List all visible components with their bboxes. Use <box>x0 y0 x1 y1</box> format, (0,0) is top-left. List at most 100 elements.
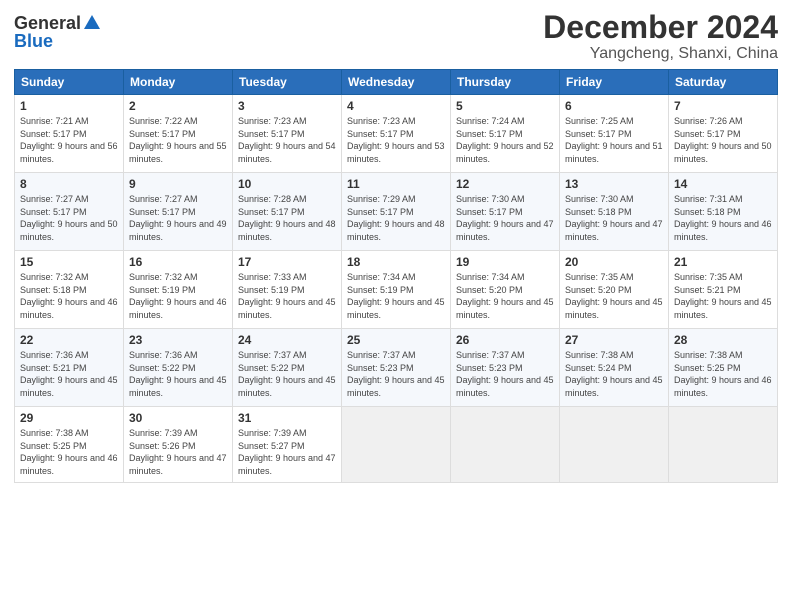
day-info: Sunrise: 7:38 AMSunset: 5:25 PMDaylight:… <box>674 350 772 398</box>
day-number: 14 <box>674 177 772 191</box>
table-row: 22Sunrise: 7:36 AMSunset: 5:21 PMDayligh… <box>15 329 124 407</box>
day-number: 11 <box>347 177 445 191</box>
day-info: Sunrise: 7:34 AMSunset: 5:19 PMDaylight:… <box>347 272 445 320</box>
day-number: 7 <box>674 99 772 113</box>
col-monday: Monday <box>124 70 233 95</box>
calendar-title: December 2024 <box>543 10 778 45</box>
day-number: 10 <box>238 177 336 191</box>
col-thursday: Thursday <box>451 70 560 95</box>
day-number: 31 <box>238 411 336 425</box>
day-number: 19 <box>456 255 554 269</box>
table-row: 7Sunrise: 7:26 AMSunset: 5:17 PMDaylight… <box>669 95 778 173</box>
table-row: 13Sunrise: 7:30 AMSunset: 5:18 PMDayligh… <box>560 173 669 251</box>
logo-general-text: General <box>14 14 81 32</box>
day-number: 1 <box>20 99 118 113</box>
logo-blue-text: Blue <box>14 32 101 50</box>
table-row: 10 Sunrise: 7:28 AMSunset: 5:17 PMDayligh… <box>233 173 342 251</box>
table-row: 17Sunrise: 7:33 AMSunset: 5:19 PMDayligh… <box>233 251 342 329</box>
day-info: Sunrise: 7:23 AMSunset: 5:17 PMDaylight:… <box>238 116 336 164</box>
day-number: 12 <box>456 177 554 191</box>
day-info: Sunrise: 7:25 AMSunset: 5:17 PMDaylight:… <box>565 116 663 164</box>
col-tuesday: Tuesday <box>233 70 342 95</box>
day-info: Sunrise: 7:38 AMSunset: 5:24 PMDaylight:… <box>565 350 663 398</box>
day-number: 8 <box>20 177 118 191</box>
day-number: 27 <box>565 333 663 347</box>
table-row: 6 Sunrise: 7:25 AMSunset: 5:17 PMDaylight… <box>560 95 669 173</box>
day-number: 20 <box>565 255 663 269</box>
table-row: 25 Sunrise: 7:37 AMSunset: 5:23 PMDayligh… <box>342 329 451 407</box>
day-info: Sunrise: 7:35 AMSunset: 5:21 PMDaylight:… <box>674 272 772 320</box>
day-number: 28 <box>674 333 772 347</box>
day-info: Sunrise: 7:39 AMSunset: 5:26 PMDaylight:… <box>129 428 227 476</box>
day-number: 6 <box>565 99 663 113</box>
day-info: Sunrise: 7:29 AMSunset: 5:17 PMDaylight:… <box>347 194 445 242</box>
day-number: 5 <box>456 99 554 113</box>
logo-icon <box>83 13 101 31</box>
day-number: 2 <box>129 99 227 113</box>
table-row: 26 Sunrise: 7:37 AMSunset: 5:23 PMDayligh… <box>451 329 560 407</box>
day-info: Sunrise: 7:37 AMSunset: 5:23 PMDaylight:… <box>347 350 445 398</box>
header-row: Sunday Monday Tuesday Wednesday Thursday… <box>15 70 778 95</box>
day-number: 4 <box>347 99 445 113</box>
table-row: 27 Sunrise: 7:38 AMSunset: 5:24 PMDayligh… <box>560 329 669 407</box>
table-row <box>669 407 778 482</box>
table-row: 4 Sunrise: 7:23 AMSunset: 5:17 PMDaylight… <box>342 95 451 173</box>
table-row <box>342 407 451 482</box>
table-row: 19Sunrise: 7:34 AMSunset: 5:20 PMDayligh… <box>451 251 560 329</box>
table-row: 23 Sunrise: 7:36 AMSunset: 5:22 PMDayligh… <box>124 329 233 407</box>
table-row: 12 Sunrise: 7:30 AMSunset: 5:17 PMDayligh… <box>451 173 560 251</box>
table-row: 16 Sunrise: 7:32 AMSunset: 5:19 PMDayligh… <box>124 251 233 329</box>
table-row: 28 Sunrise: 7:38 AMSunset: 5:25 PMDayligh… <box>669 329 778 407</box>
day-info: Sunrise: 7:39 AMSunset: 5:27 PMDaylight:… <box>238 428 336 476</box>
day-info: Sunrise: 7:35 AMSunset: 5:20 PMDaylight:… <box>565 272 663 320</box>
day-info: Sunrise: 7:21 AMSunset: 5:17 PMDaylight:… <box>20 116 118 164</box>
day-number: 16 <box>129 255 227 269</box>
day-number: 23 <box>129 333 227 347</box>
day-info: Sunrise: 7:23 AMSunset: 5:17 PMDaylight:… <box>347 116 445 164</box>
table-row: 9Sunrise: 7:27 AMSunset: 5:17 PMDaylight… <box>124 173 233 251</box>
day-number: 25 <box>347 333 445 347</box>
table-row: 18 Sunrise: 7:34 AMSunset: 5:19 PMDayligh… <box>342 251 451 329</box>
day-info: Sunrise: 7:37 AMSunset: 5:23 PMDaylight:… <box>456 350 554 398</box>
table-row: 20 Sunrise: 7:35 AMSunset: 5:20 PMDayligh… <box>560 251 669 329</box>
table-row: 11 Sunrise: 7:29 AMSunset: 5:17 PMDayligh… <box>342 173 451 251</box>
title-block: December 2024 Yangcheng, Shanxi, China <box>543 10 778 63</box>
day-number: 26 <box>456 333 554 347</box>
table-row: 29 Sunrise: 7:38 AMSunset: 5:25 PMDayligh… <box>15 407 124 482</box>
table-row <box>560 407 669 482</box>
table-row: 1 Sunrise: 7:21 AMSunset: 5:17 PMDaylight… <box>15 95 124 173</box>
day-number: 3 <box>238 99 336 113</box>
day-info: Sunrise: 7:28 AMSunset: 5:17 PMDaylight:… <box>238 194 336 242</box>
col-saturday: Saturday <box>669 70 778 95</box>
day-number: 18 <box>347 255 445 269</box>
day-number: 13 <box>565 177 663 191</box>
day-number: 21 <box>674 255 772 269</box>
day-number: 30 <box>129 411 227 425</box>
calendar-table: Sunday Monday Tuesday Wednesday Thursday… <box>14 69 778 482</box>
day-info: Sunrise: 7:38 AMSunset: 5:25 PMDaylight:… <box>20 428 118 476</box>
table-row: 8 Sunrise: 7:27 AMSunset: 5:17 PMDaylight… <box>15 173 124 251</box>
table-row: 5Sunrise: 7:24 AMSunset: 5:17 PMDaylight… <box>451 95 560 173</box>
table-row <box>451 407 560 482</box>
day-info: Sunrise: 7:27 AMSunset: 5:17 PMDaylight:… <box>129 194 227 242</box>
day-number: 15 <box>20 255 118 269</box>
day-number: 29 <box>20 411 118 425</box>
table-row: 21 Sunrise: 7:35 AMSunset: 5:21 PMDayligh… <box>669 251 778 329</box>
day-info: Sunrise: 7:30 AMSunset: 5:17 PMDaylight:… <box>456 194 554 242</box>
col-sunday: Sunday <box>15 70 124 95</box>
day-info: Sunrise: 7:36 AMSunset: 5:22 PMDaylight:… <box>129 350 227 398</box>
table-row: 30 Sunrise: 7:39 AMSunset: 5:26 PMDayligh… <box>124 407 233 482</box>
day-number: 22 <box>20 333 118 347</box>
day-info: Sunrise: 7:27 AMSunset: 5:17 PMDaylight:… <box>20 194 118 242</box>
day-info: Sunrise: 7:37 AMSunset: 5:22 PMDaylight:… <box>238 350 336 398</box>
day-number: 24 <box>238 333 336 347</box>
col-wednesday: Wednesday <box>342 70 451 95</box>
table-row: 3 Sunrise: 7:23 AMSunset: 5:17 PMDaylight… <box>233 95 342 173</box>
calendar-location: Yangcheng, Shanxi, China <box>543 45 778 63</box>
header: General Blue December 2024 Yangcheng, Sh… <box>14 10 778 63</box>
table-row: 15Sunrise: 7:32 AMSunset: 5:18 PMDayligh… <box>15 251 124 329</box>
table-row: 14Sunrise: 7:31 AMSunset: 5:18 PMDayligh… <box>669 173 778 251</box>
table-row: 2Sunrise: 7:22 AMSunset: 5:17 PMDaylight… <box>124 95 233 173</box>
day-info: Sunrise: 7:32 AMSunset: 5:19 PMDaylight:… <box>129 272 227 320</box>
page-container: General Blue December 2024 Yangcheng, Sh… <box>0 0 792 493</box>
